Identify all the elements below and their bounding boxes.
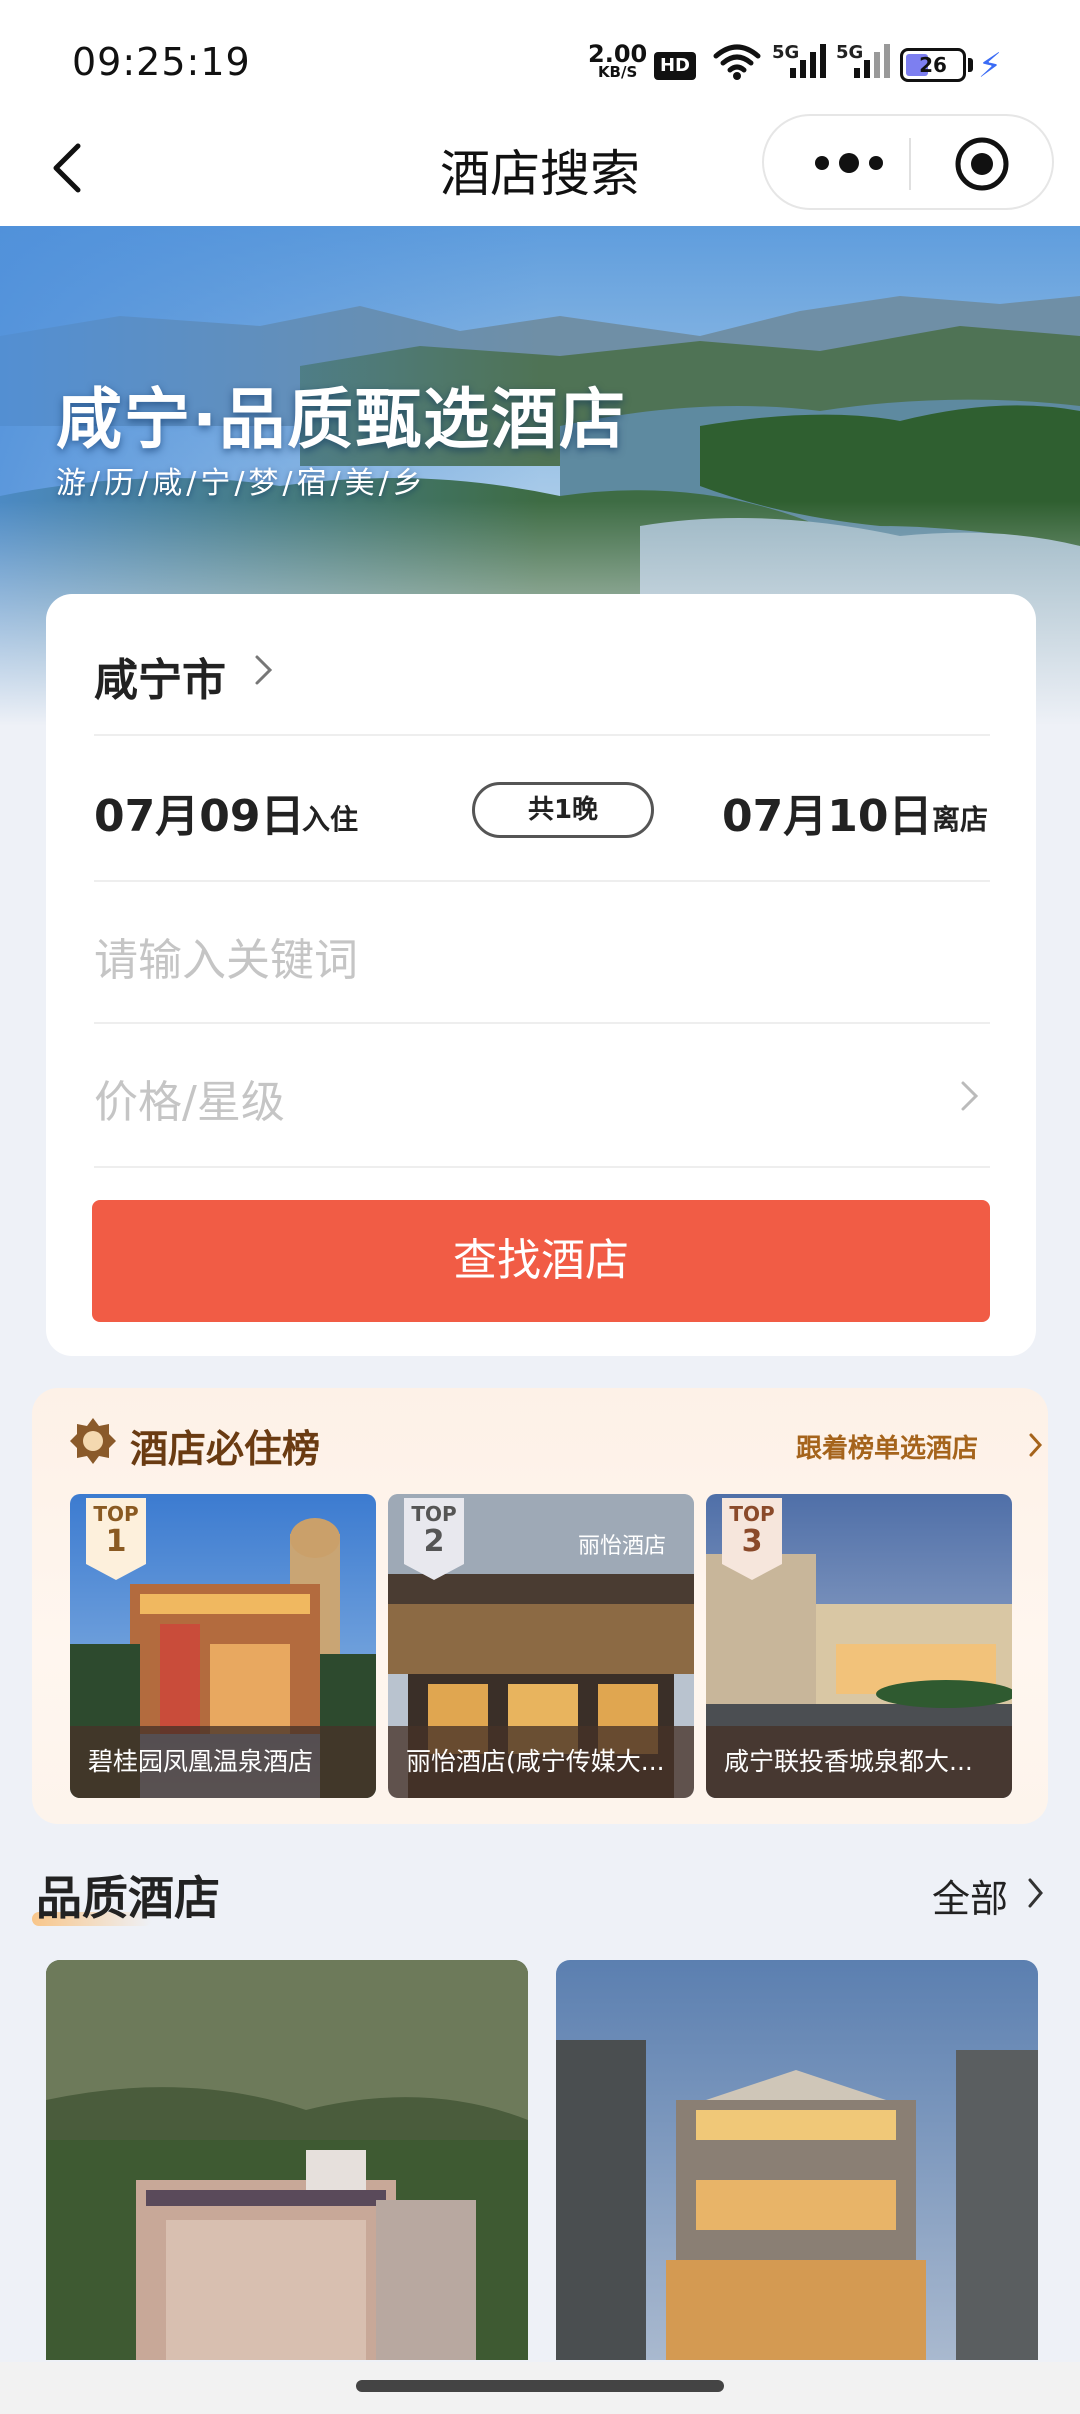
quality-all-label: 全部 <box>932 1877 1009 1921</box>
search-hotel-button[interactable]: 查找酒店 <box>92 1200 990 1322</box>
hd-icon: HD <box>654 52 696 80</box>
city-selector[interactable]: 咸宁市 <box>94 644 226 708</box>
wifi-icon <box>713 44 761 80</box>
gesture-bar[interactable] <box>356 2380 724 2392</box>
mini-program-capsule <box>762 114 1054 210</box>
rank-badge: TOP 2 <box>404 1498 464 1580</box>
divider <box>94 1022 990 1024</box>
hotel-photo-sign: 丽怡酒店 <box>578 1534 667 1559</box>
clock: 09:25:19 <box>72 40 251 84</box>
chevron-right-icon <box>1028 1878 1043 1908</box>
signal-1-label: 5G <box>772 42 800 63</box>
keyword-input[interactable]: 请输入关键词 <box>94 924 358 988</box>
battery-level: 26 <box>919 53 947 77</box>
network-speed: 2.00 KB/S <box>588 40 648 80</box>
nav-bar: 酒店搜索 <box>0 110 1080 226</box>
rank-top-label: TOP <box>729 1502 775 1526</box>
ranked-hotel-card-2[interactable]: 丽怡酒店 TOP 2 丽怡酒店(咸宁传媒大... <box>388 1494 694 1798</box>
more-icon[interactable] <box>804 138 894 188</box>
signal-icon-1: 5G <box>772 42 832 86</box>
ranking-title: 酒店必住榜 <box>130 1427 321 1471</box>
hotel-ranking-section: 酒店必住榜 跟着榜单选酒店 TOP 1 碧桂园凤凰温泉酒店 丽怡酒店 TOP 2… <box>32 1388 1048 1824</box>
rank-top-label: TOP <box>93 1502 139 1526</box>
chevron-right-icon <box>1029 1433 1043 1457</box>
ranked-hotel-name: 咸宁联投香城泉都大... <box>706 1726 1012 1798</box>
chevron-right-icon <box>961 1081 979 1111</box>
rank-number: 2 <box>423 1524 445 1559</box>
charging-icon: ⚡ <box>978 46 1002 86</box>
rank-top-label: TOP <box>411 1502 457 1526</box>
status-bar: 09:25:19 2.00 KB/S HD 5G 5G 26 ⚡ <box>0 0 1080 120</box>
ranked-hotel-card-3[interactable]: TOP 3 咸宁联投香城泉都大... <box>706 1494 1012 1798</box>
hotel-photo <box>46 1960 528 2360</box>
banner-title: 咸宁·品质甄选酒店 <box>56 381 628 458</box>
divider <box>94 734 990 736</box>
ranked-hotel-card-1[interactable]: TOP 1 碧桂园凤凰温泉酒店 <box>70 1494 376 1798</box>
rank-number: 1 <box>105 1524 127 1559</box>
quality-hotel-card-1[interactable] <box>46 1960 528 2360</box>
checkin-label: 入住 <box>302 803 359 836</box>
checkout-label: 离店 <box>932 803 989 836</box>
chevron-right-icon <box>255 655 273 685</box>
rank-badge: TOP 1 <box>86 1498 146 1580</box>
hotel-photo <box>556 1960 1038 2360</box>
ranked-hotel-name: 碧桂园凤凰温泉酒店 <box>70 1726 376 1798</box>
nights-badge: 共1晚 <box>472 782 654 838</box>
rank-number: 3 <box>741 1524 763 1559</box>
checkout-date[interactable]: 07月10日 <box>722 780 932 844</box>
divider <box>94 1166 990 1168</box>
close-program-icon[interactable] <box>954 136 1010 192</box>
battery-icon: 26 <box>900 48 966 82</box>
ranked-hotel-name: 丽怡酒店(咸宁传媒大... <box>388 1726 694 1798</box>
quality-hotel-card-2[interactable] <box>556 1960 1038 2360</box>
quality-all-link[interactable]: 全部 <box>932 1868 1052 1921</box>
search-card: 咸宁市 07月09日 入住 共1晚 07月10日 离店 请输入关键词 价格/星级… <box>46 594 1036 1356</box>
badge-icon <box>70 1418 116 1464</box>
signal-icon-2: 5G <box>836 42 896 86</box>
rank-badge: TOP 3 <box>722 1498 782 1580</box>
price-star-filter[interactable]: 价格/星级 <box>94 1066 285 1130</box>
checkin-date[interactable]: 07月09日 <box>94 780 304 844</box>
divider <box>94 880 990 882</box>
ranking-more-link[interactable]: 跟着榜单选酒店 <box>796 1428 1043 1464</box>
ranking-more-label: 跟着榜单选酒店 <box>796 1434 979 1464</box>
network-speed-value: 2.00 <box>588 40 648 68</box>
signal-2-label: 5G <box>836 42 864 63</box>
banner-subtitle: 游/历/咸/宁/梦/宿/美/乡 <box>56 466 427 501</box>
quality-section-title: 品质酒店 <box>36 1871 220 1925</box>
